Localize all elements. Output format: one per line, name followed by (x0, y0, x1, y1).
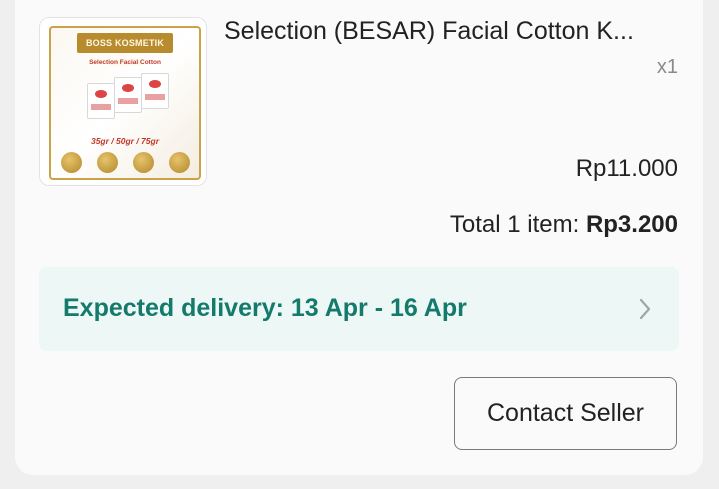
product-image: BOSS KOSMETIK MEDAN Selection Facial Cot… (49, 26, 201, 180)
expected-delivery-text: Expected delivery: 13 Apr - 16 Apr (63, 294, 467, 322)
contact-seller-button[interactable]: Contact Seller (454, 377, 677, 450)
chevron-right-icon (639, 298, 651, 320)
product-image-subtitle: Selection Facial Cotton (89, 59, 161, 66)
product-quantity: x1 (656, 56, 678, 78)
product-image-sizes: 35gr / 50gr / 75gr (90, 136, 160, 146)
product-thumbnail[interactable]: BOSS KOSMETIK MEDAN Selection Facial Cot… (39, 17, 207, 186)
expected-delivery-row[interactable]: Expected delivery: 13 Apr - 16 Apr (39, 267, 679, 351)
product-title[interactable]: Selection (BESAR) Facial Cotton K... (224, 17, 672, 46)
order-total-amount: Rp3.200 (585, 211, 678, 238)
order-total-label: Total 1 item: (449, 211, 580, 238)
product-image-brand: BOSS KOSMETIK MEDAN (77, 33, 173, 68)
product-price: Rp11.000 (575, 155, 678, 182)
order-total: Total 1 item: Rp3.200 (450, 211, 678, 239)
product-boxes-illustration (87, 71, 169, 119)
product-image-badges (61, 152, 191, 174)
